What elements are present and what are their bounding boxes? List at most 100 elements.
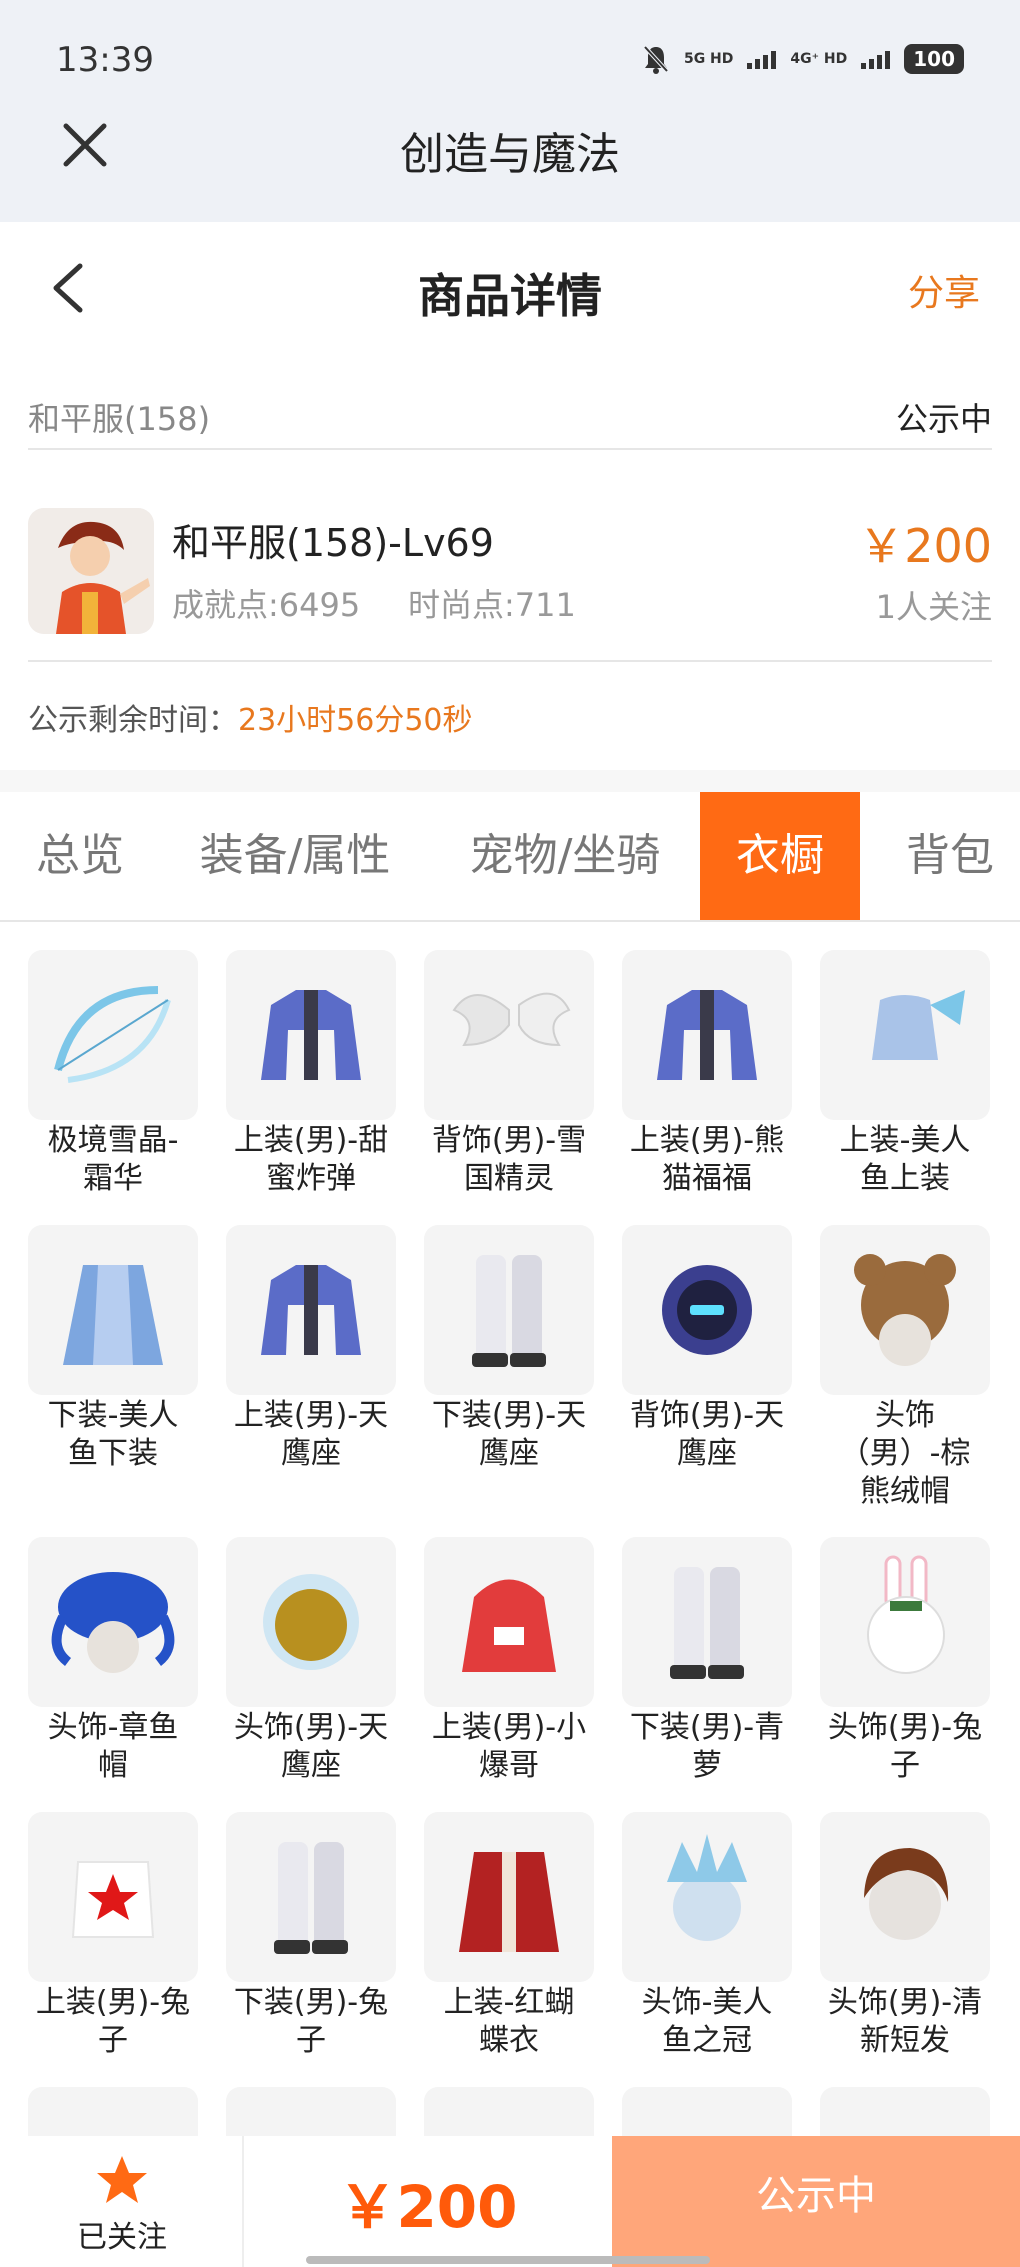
wardrobe-item-thumbnail: [226, 950, 396, 1120]
star-shirt-icon: [71, 1861, 155, 1938]
wardrobe-item-thumbnail: [28, 1812, 198, 1982]
bear-hat-icon: [854, 1254, 956, 1366]
bottom-price: ￥200: [338, 2173, 518, 2241]
follow-button[interactable]: 已关注: [0, 2136, 244, 2267]
wardrobe-item-thumbnail: [424, 950, 594, 1120]
wardrobe-item[interactable]: 背饰(男)-雪 国精灵: [424, 950, 594, 1198]
wardrobe-item-thumbnail: [424, 1812, 594, 1982]
battery-icon: 100: [904, 44, 964, 74]
bunny-hat-icon: [867, 1555, 945, 1674]
server-name: 和平服(158): [28, 400, 211, 438]
crown-icon: [667, 1834, 747, 1941]
star-icon: [97, 2156, 147, 2203]
detail-tabs: 总览 装备/属性 宠物/坐骑 衣橱 背包: [0, 792, 1020, 922]
hair-icon: [864, 1848, 949, 1940]
status-action-button[interactable]: 公示中: [612, 2136, 1020, 2267]
wardrobe-item[interactable]: 头饰-美人 鱼之冠: [622, 1812, 792, 2060]
wardrobe-item-thumbnail: [622, 1225, 792, 1395]
wardrobe-item-thumbnail: [424, 1225, 594, 1395]
wardrobe-item[interactable]: 上装(男)-甜 蜜炸弹: [226, 950, 396, 1198]
wardrobe-item[interactable]: 头饰(男)-清 新短发: [820, 1812, 990, 2060]
wardrobe-item-name-line: 子: [98, 2023, 128, 2058]
wardrobe-item-thumbnail: [820, 1537, 990, 1707]
home-indicator: [306, 2256, 710, 2264]
wardrobe-item-name: 头饰-章鱼帽: [23, 1709, 203, 1785]
wardrobe-item[interactable]: 上装(男)-兔子: [28, 1812, 198, 2060]
wardrobe-item-name: 上装(男)-熊 猫福福: [617, 1122, 797, 1198]
wardrobe-item[interactable]: 下装(男)-天 鹰座: [424, 1225, 594, 1473]
wardrobe-item[interactable]: 背饰(男)-天 鹰座: [622, 1225, 792, 1473]
wardrobe-item-thumbnail: [28, 2087, 198, 2136]
share-button[interactable]: 分享: [908, 264, 980, 316]
wardrobe-item-name: 上装(男)-天 鹰座: [221, 1397, 401, 1473]
wardrobe-item-name: 下装(男)-天 鹰座: [419, 1397, 599, 1473]
fashion-points: 时尚点:711: [408, 586, 576, 624]
wardrobe-item-name-line: 鹰座: [479, 1436, 539, 1471]
section-divider: [0, 770, 1020, 792]
wardrobe-item[interactable]: 上装(男)-天 鹰座: [226, 1225, 396, 1473]
page-title: 商品详情: [418, 269, 602, 323]
jacket-icon: [261, 990, 361, 1080]
coat-icon: [459, 1852, 559, 1952]
tab-wardrobe[interactable]: 衣橱: [700, 792, 860, 920]
wardrobe-item[interactable]: 头饰(男)-天 鹰座: [226, 1537, 396, 1785]
tab-overview[interactable]: 总览: [0, 792, 160, 920]
wings-icon: [452, 992, 571, 1047]
wardrobe-item-name-line: 鱼之冠: [662, 2023, 752, 2058]
wardrobe-item[interactable]: 下装-美人 鱼下装: [28, 1225, 198, 1473]
product-title: 和平服(158)-Lv69: [172, 521, 494, 565]
mute-bell-icon: [643, 45, 669, 74]
wardrobe-item-name: 背饰(男)-天 鹰座: [617, 1397, 797, 1473]
wardrobe-item-name-line: 下装(男)-青: [629, 1710, 785, 1745]
wardrobe-item-name: 上装-红蝴 蝶衣: [419, 1984, 599, 2060]
wardrobe-item[interactable]: 极境雪晶- 霜华: [28, 950, 198, 1198]
wardrobe-item-name-line: 极境雪晶-: [47, 1123, 179, 1158]
wardrobe-item[interactable]: 头饰(男)-兔子: [820, 1537, 990, 1785]
tab-equipment[interactable]: 装备/属性: [180, 792, 410, 920]
wardrobe-item[interactable]: 头饰-章鱼帽: [28, 1537, 198, 1785]
hoodie-icon: [462, 1579, 556, 1672]
app-header: 13:39 5G HD 4G⁺ HD 100 创造与魔法: [0, 0, 1020, 222]
tab-backpack[interactable]: 背包: [880, 792, 1020, 920]
network-5g-label: 5G HD: [683, 51, 734, 67]
wardrobe-item-name: 极境雪晶- 霜华: [23, 1122, 203, 1198]
status-time: 13:39: [56, 40, 154, 80]
wardrobe-item[interactable]: 头饰 （男）-棕 熊绒帽: [820, 1225, 990, 1511]
wardrobe-item-name-line: 头饰(男)-天: [233, 1710, 389, 1745]
character-avatar: [28, 508, 154, 634]
wardrobe-item-name-line: 上装-美人: [839, 1123, 971, 1158]
wardrobe-item-name-line: 新短发: [860, 2023, 950, 2058]
wardrobe-item-name: 下装(男)-兔子: [221, 1984, 401, 2060]
wardrobe-item-thumbnail: [424, 1537, 594, 1707]
wardrobe-item-name-line: 猫福福: [662, 1161, 752, 1196]
wardrobe-item-thumbnail: [622, 950, 792, 1120]
wardrobe-item[interactable]: 下装(男)-兔子: [226, 1812, 396, 2060]
bottom-action-bar: 已关注 ￥200 公示中: [0, 2136, 1020, 2267]
jacket-icon: [657, 990, 757, 1080]
signal-bars-icon: [861, 49, 891, 69]
wardrobe-item[interactable]: 上装-红蝴 蝶衣: [424, 1812, 594, 2060]
wardrobe-item-name-line: 背饰(男)-雪: [431, 1123, 587, 1158]
tab-pets-mounts[interactable]: 宠物/坐骑: [440, 792, 690, 920]
wardrobe-item-name-line: 蜜炸弹: [266, 1161, 356, 1196]
wardrobe-item[interactable]: 上装-美人 鱼上装: [820, 950, 990, 1198]
wardrobe-item-thumbnail: [424, 2087, 594, 2136]
wardrobe-item[interactable]: 下装(男)-青萝: [622, 1537, 792, 1785]
wardrobe-item-name-line: 子: [296, 2023, 326, 2058]
wardrobe-item-thumbnail: [28, 950, 198, 1120]
pants-icon: [670, 1567, 744, 1679]
status-label: 公示中: [895, 400, 992, 438]
wardrobe-item-name: 头饰(男)-天 鹰座: [221, 1709, 401, 1785]
status-icons: 5G HD 4G⁺ HD 100: [642, 44, 964, 74]
follow-label: 已关注: [77, 2220, 167, 2255]
wardrobe-item[interactable]: 上装(男)-熊 猫福福: [622, 950, 792, 1198]
wardrobe-item-name: 下装-美人 鱼下装: [23, 1397, 203, 1473]
achievement-points: 成就点:6495: [172, 586, 361, 624]
jacket-icon: [261, 1265, 361, 1355]
wardrobe-item[interactable]: 上装(男)-小 爆哥: [424, 1537, 594, 1785]
wardrobe-item-name-line: 上装(男)-天: [233, 1398, 389, 1433]
wardrobe-item-thumbnail: [226, 1225, 396, 1395]
bow-icon: [54, 986, 171, 1083]
wardrobe-item-name: 背饰(男)-雪 国精灵: [419, 1122, 599, 1198]
page-nav: 商品详情 分享: [0, 222, 1020, 354]
